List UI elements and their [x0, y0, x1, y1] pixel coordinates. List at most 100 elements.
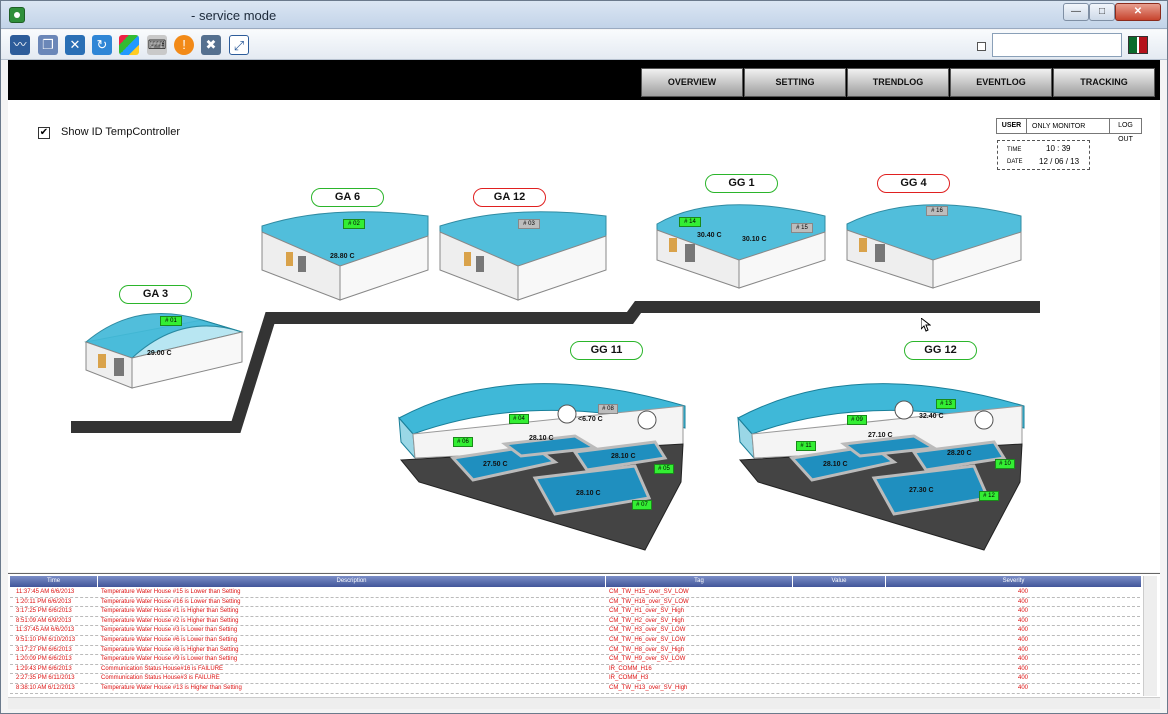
windows-icon[interactable]: ❐ — [38, 35, 58, 55]
tab-setting[interactable]: SETTING — [744, 68, 846, 97]
alarm-row[interactable]: 8:51:09 AM 6/9/2013 Temperature Water Hou… — [10, 617, 1140, 627]
col-header-tag[interactable]: Tag — [606, 576, 793, 587]
ctrl-tag-gg12-12: # 12 — [979, 491, 999, 501]
temp-gg11-3: 28.10 C — [611, 453, 636, 460]
alarm-severity: 400 — [1018, 627, 1029, 634]
temp-gg11-0: <6.70 C — [578, 416, 603, 423]
alarm-tag: IR_COMM_H3 — [609, 675, 649, 682]
house-label-gg11[interactable]: GG 11 — [570, 341, 643, 360]
fullscreen-icon[interactable]: ⤢ — [229, 35, 249, 55]
maximize-button[interactable]: □ — [1089, 3, 1115, 21]
col-header-value[interactable]: Value — [793, 576, 886, 587]
alarm-time: 3:17:27 PM 6/6/2013 — [16, 646, 72, 653]
keyboard-icon[interactable]: ⌨ — [147, 35, 167, 55]
alarm-row[interactable]: 1:29:43 PM 6/6/2013 Communication Status … — [10, 665, 1140, 675]
col-header-description[interactable]: Description — [98, 576, 606, 587]
alarm-row[interactable]: 9:51:10 PM 6/10/2013 Temperature Water Ho… — [10, 636, 1140, 646]
alarm-description: Temperature Water House #1 is Higher tha… — [101, 608, 239, 615]
alarm-tag: CM_TW_H6_over_SV_LOW — [609, 637, 686, 643]
alarm-description: Communication Status House#3 is FAILURE — [101, 675, 220, 682]
ctrl-tag-gg12-09: # 09 — [847, 415, 867, 425]
house-label-ga3[interactable]: GA 3 — [119, 285, 192, 304]
mouse-cursor-icon — [921, 318, 931, 332]
tab-tracking[interactable]: TRACKING — [1053, 68, 1155, 97]
alarm-description: Temperature Water House #13 is Higher th… — [101, 685, 242, 691]
window-title: - service mode — [191, 8, 277, 23]
greenhouse-gg11[interactable] — [395, 366, 715, 552]
app-eye-icon — [9, 7, 25, 23]
alarm-description: Temperature Water House #3 is Lower than… — [101, 627, 238, 634]
alarm-scrollbar[interactable] — [1143, 576, 1157, 696]
flag-icon[interactable] — [1128, 36, 1148, 54]
alarm-row[interactable]: 2:27:35 PM 6/11/2013 Communication Status… — [10, 674, 1140, 684]
tab-trendlog[interactable]: TRENDLOG — [847, 68, 949, 97]
alarm-severity: 400 — [1018, 617, 1029, 624]
temp-gg11-1: 28.10 C — [529, 435, 554, 442]
close-button[interactable]: ✕ — [1115, 3, 1161, 21]
alarm-row[interactable]: 1:20:09 PM 6/6/2013 Temperature Water Hou… — [10, 655, 1140, 665]
ctrl-tag-gg1-a: # 14 — [679, 217, 701, 227]
alarm-row[interactable]: 1:20:11 PM 6/6/2013 Temperature Water Hou… — [10, 598, 1140, 608]
ctrl-tag-gg11-05: # 05 — [654, 464, 674, 474]
house-label-ga12[interactable]: GA 12 — [473, 188, 546, 207]
tab-eventlog[interactable]: EVENTLOG — [950, 68, 1052, 97]
alarm-description: Temperature Water House #8 is Higher tha… — [101, 646, 239, 653]
house-label-ga6[interactable]: GA 6 — [311, 188, 384, 207]
tab-overview[interactable]: OVERVIEW — [641, 68, 743, 97]
temp-gg12-2: 28.10 C — [823, 461, 848, 468]
alarm-row[interactable]: 11:37:45 AM 6/6/2013 Temperature Water Ho… — [10, 588, 1140, 598]
alarm-time: 8:38:10 AM 6/12/2013 — [16, 685, 75, 691]
ctrl-tag-gg11-06: # 06 — [453, 437, 473, 447]
alarm-description: Temperature Water House #6 is Lower than… — [101, 637, 238, 643]
house-label-gg1[interactable]: GG 1 — [705, 174, 778, 193]
alarm-tag: CM_TW_H8_over_SV_High — [609, 646, 685, 653]
alarm-tag: CM_TW_H2_over_SV_High — [609, 617, 685, 624]
ctrl-tag-gg4: # 16 — [926, 206, 948, 216]
alarm-severity: 400 — [1018, 665, 1029, 672]
alarm-description: Temperature Water House #2 is Higher tha… — [101, 617, 239, 624]
tools-icon[interactable]: ✕ — [65, 35, 85, 55]
toolbar-input[interactable] — [992, 33, 1122, 57]
network-disconnect-icon[interactable]: ✖ — [201, 35, 221, 55]
alarm-description: Temperature Water House #15 is Lower tha… — [101, 589, 241, 595]
temp-gg1-b: 30.10 C — [742, 236, 767, 243]
alarm-row[interactable]: 3:17:25 PM 6/6/2013 Temperature Water Hou… — [10, 607, 1140, 617]
alarm-time: 1:20:09 PM 6/6/2013 — [16, 656, 72, 663]
warning-icon[interactable]: ! — [174, 35, 194, 55]
temp-gg11-2: 27.50 C — [483, 461, 508, 468]
alarm-severity: 400 — [1018, 637, 1029, 643]
alarm-time: 1:29:43 PM 6/6/2013 — [16, 665, 72, 672]
alarm-severity: 400 — [1018, 685, 1029, 691]
refresh-icon[interactable]: ↻ — [92, 35, 112, 55]
nav-bar: OVERVIEW SETTING TRENDLOG EVENTLOG TRACK… — [8, 60, 1160, 100]
monitor-icon[interactable]: 〰 — [10, 35, 30, 55]
ctrl-tag-gg12-11: # 11 — [796, 441, 816, 451]
temp-gg12-3: 28.20 C — [947, 450, 972, 457]
alarm-severity: 400 — [1018, 656, 1029, 663]
col-header-time[interactable]: Time — [10, 576, 98, 587]
ctrl-tag-ga3: # 01 — [160, 316, 182, 326]
alarm-time: 1:20:11 PM 6/6/2013 — [16, 598, 72, 605]
ctrl-tag-gg11-07: # 07 — [632, 500, 652, 510]
alarm-description: Communication Status House#16 is FAILURE — [101, 665, 224, 672]
house-label-gg12[interactable]: GG 12 — [904, 341, 977, 360]
alarm-time: 11:37:45 AM 6/6/2013 — [16, 627, 75, 634]
temp-gg12-0: 32.40 C — [919, 413, 944, 420]
col-header-severity[interactable]: Severity — [886, 576, 1142, 587]
horizontal-scrollbar[interactable] — [8, 697, 1160, 709]
greenhouse-gg1[interactable] — [655, 194, 827, 290]
windows-logo-icon[interactable] — [119, 35, 139, 55]
alarm-severity: 400 — [1018, 589, 1029, 595]
alarm-row[interactable]: 8:38:10 AM 6/12/2013 Temperature Water Ho… — [10, 684, 1140, 694]
alarm-tag: CM_TW_H1_over_SV_High — [609, 608, 685, 615]
temp-gg12-1: 27.10 C — [868, 432, 893, 439]
ctrl-tag-gg11-08: # 08 — [598, 404, 618, 414]
alarm-row[interactable]: 11:37:45 AM 6/6/2013 Temperature Water Ho… — [10, 626, 1140, 636]
temp-gg12-4: 27.30 C — [909, 487, 934, 494]
alarm-tag: CM_TW_H15_over_SV_LOW — [609, 589, 689, 595]
toolbar-checkbox[interactable] — [977, 42, 986, 51]
alarm-row[interactable]: 3:17:27 PM 6/6/2013 Temperature Water Hou… — [10, 646, 1140, 656]
minimize-button[interactable]: — — [1063, 3, 1089, 21]
house-label-gg4[interactable]: GG 4 — [877, 174, 950, 193]
alarm-time: 8:51:09 AM 6/9/2013 — [16, 617, 72, 624]
